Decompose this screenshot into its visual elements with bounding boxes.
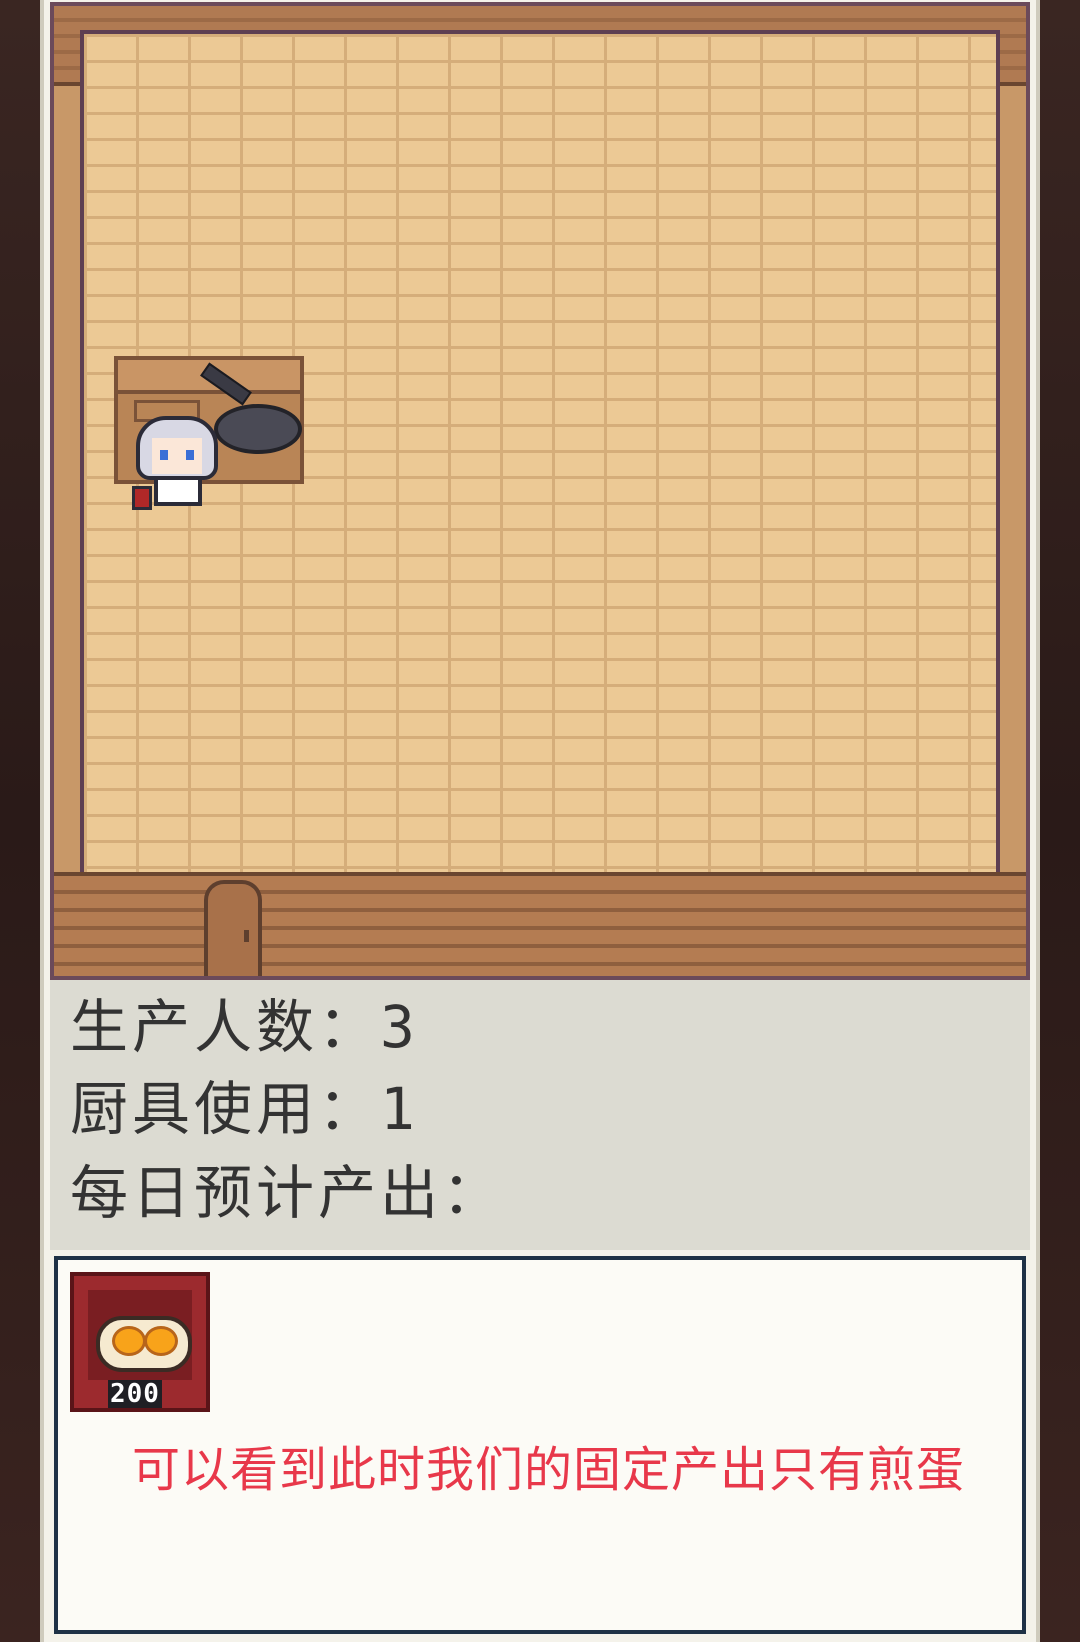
- room-door[interactable]: [204, 880, 262, 976]
- egg-yolk-icon: [112, 1326, 146, 1356]
- door-knob: [244, 930, 249, 942]
- chef-spoon: [132, 486, 152, 510]
- chef-character[interactable]: [132, 416, 222, 512]
- chef-apron: [154, 476, 202, 506]
- daily-output-label: 每日预计产出：: [70, 1159, 505, 1227]
- chef-eye-right: [186, 450, 194, 460]
- background-left: [0, 0, 40, 1642]
- background-right: [1040, 0, 1080, 1642]
- chef-eye-left: [160, 450, 168, 460]
- egg-yolk-icon: [144, 1326, 178, 1356]
- fried-egg-item[interactable]: 200: [70, 1272, 210, 1412]
- cookware-used-label: 厨具使用：1: [70, 1075, 419, 1143]
- room-bottom-wall: [54, 872, 1026, 976]
- kitchen-room: [50, 2, 1030, 980]
- output-panel: 200 可以看到此时我们的固定产出只有煎蛋: [54, 1256, 1026, 1634]
- tutorial-caption: 可以看到此时我们的固定产出只有煎蛋: [132, 1442, 966, 1498]
- workers-count-label: 生产人数：3: [70, 993, 419, 1061]
- item-quantity: 200: [108, 1379, 162, 1409]
- frying-pan[interactable]: [214, 404, 302, 454]
- production-stats: 生产人数：3 厨具使用：1 每日预计产出：: [50, 980, 1030, 1250]
